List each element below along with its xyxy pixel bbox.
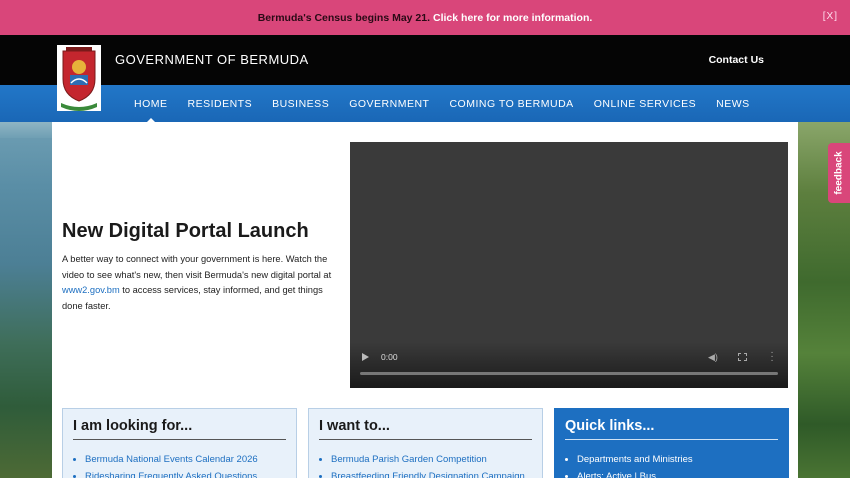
list-item[interactable]: Breastfeeding Friendly Designation Campa… [331,468,525,478]
card-title: Quick links... [565,418,655,434]
more-options-icon[interactable]: · · · [770,348,774,366]
video-time: 0:00 [381,352,398,362]
background-scenery-left [0,122,52,478]
card-divider [73,439,286,440]
nav-item-online-services[interactable]: ONLINE SERVICES [584,98,706,110]
card-quick-links: Quick links... Departments and Ministrie… [554,408,789,478]
card-title: I am looking for... [73,418,193,434]
list-item[interactable]: Ridesharing Frequently Asked Questions [85,468,258,478]
hero-title: New Digital Portal Launch [62,220,309,242]
nav-item-home[interactable]: HOME [124,98,178,125]
hero-text-before: A better way to connect with your govern… [62,254,332,280]
site-title[interactable]: GOVERNMENT OF BERMUDA [115,52,309,67]
volume-icon[interactable]: ◀) [708,352,718,363]
nav-item-business[interactable]: BUSINESS [262,98,339,110]
alert-link[interactable]: Click here for more information. [433,12,592,24]
card-title: I want to... [319,418,390,434]
nav-item-news[interactable]: NEWS [706,98,760,110]
card-i-am-looking-for: I am looking for... Bermuda National Eve… [62,408,297,478]
video-player[interactable] [350,142,788,388]
coat-of-arms-logo[interactable] [57,45,101,111]
alert-text: Bermuda's Census begins May 21. [257,11,431,24]
list-item[interactable]: Bermuda National Events Calendar 2026 [85,451,258,468]
main-navigation: HOME RESIDENTS BUSINESS GOVERNMENT COMIN… [0,85,850,125]
video-controls-bar [350,342,788,388]
nav-item-coming-to-bermuda[interactable]: COMING TO BERMUDA [439,98,583,110]
list-item[interactable]: Bermuda Parish Garden Competition [331,451,525,468]
feedback-tab[interactable]: feedback [828,143,850,203]
card-i-want-to: I want to... Bermuda Parish Garden Compe… [308,408,543,478]
hero-description: A better way to connect with your govern… [62,252,332,314]
contact-us-link[interactable]: Contact Us [709,54,764,66]
list-item[interactable]: Departments and Ministries [577,451,693,468]
list-item[interactable]: Alerts: Active | Bus [577,468,693,478]
play-icon[interactable] [362,353,369,361]
nav-item-government[interactable]: GOVERNMENT [339,98,439,110]
alert-close-button[interactable]: [X] [823,11,838,22]
video-progress-bar[interactable] [360,372,778,375]
fullscreen-icon[interactable] [738,353,747,361]
feedback-label: feedback [833,151,845,195]
alert-bar: Bermuda's Census begins May 21. Click he… [0,0,850,35]
card-divider [565,439,778,440]
portal-link[interactable]: www2.gov.bm [62,285,120,295]
nav-item-residents[interactable]: RESIDENTS [178,98,263,110]
card-divider [319,439,532,440]
